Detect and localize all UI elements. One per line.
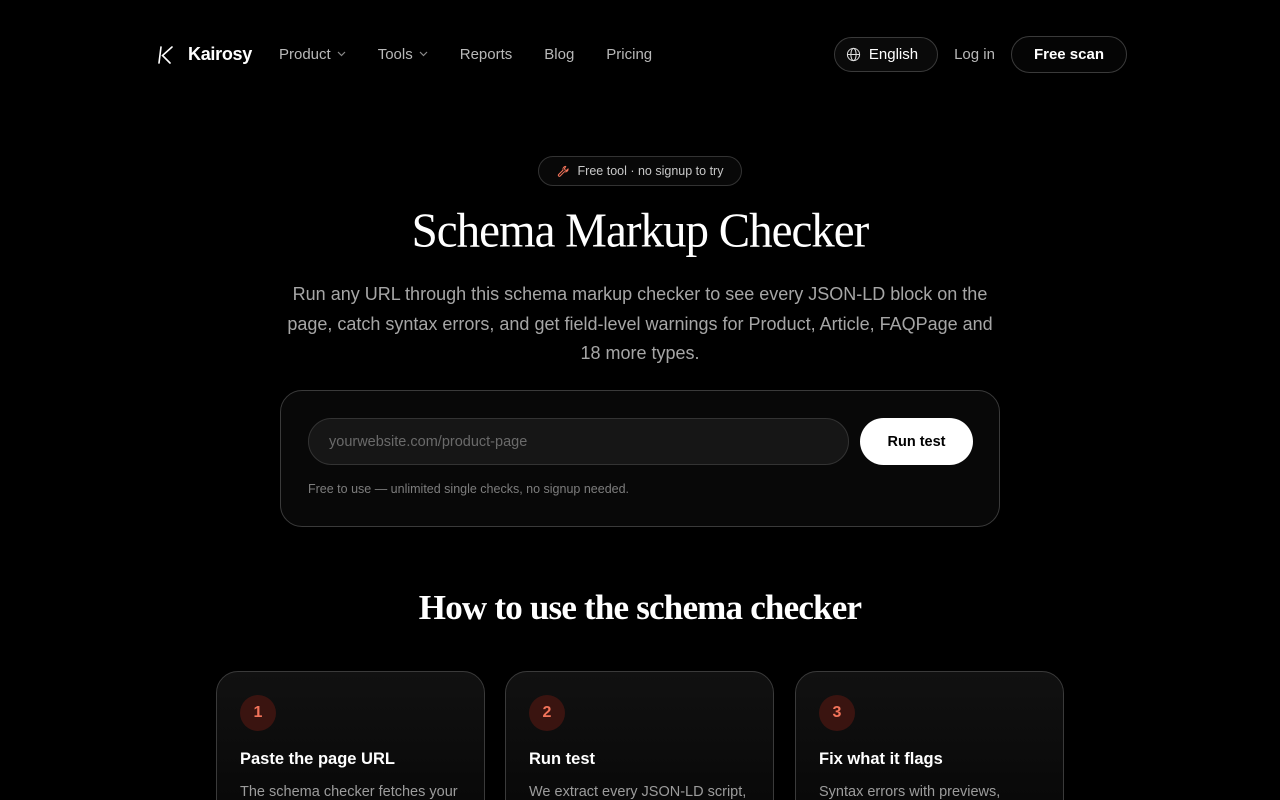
nav-item-reports[interactable]: Reports	[460, 44, 513, 64]
chevron-down-icon	[419, 51, 428, 57]
free-tool-badge: Free tool · no signup to try	[538, 156, 742, 186]
step-card-2: 2 Run test We extract every JSON-LD scri…	[505, 671, 774, 800]
nav-item-label: Blog	[544, 45, 575, 63]
language-label: English	[868, 46, 919, 63]
nav-item-product[interactable]: Product	[279, 44, 346, 64]
step-number: 2	[529, 695, 565, 731]
chevron-down-icon	[337, 51, 346, 57]
main-nav: Product Tools Reports Blog Pricing	[279, 44, 652, 64]
step-description: Syntax errors with previews,	[819, 784, 1001, 800]
step-card-3: 3 Fix what it flags Syntax errors with p…	[795, 671, 1064, 800]
nav-item-blog[interactable]: Blog	[544, 44, 574, 64]
nav-item-label: Product	[279, 45, 331, 63]
nav-item-pricing[interactable]: Pricing	[606, 44, 652, 64]
nav-item-label: Tools	[377, 45, 413, 63]
step-number: 3	[819, 695, 855, 731]
run-test-button[interactable]: Run test	[860, 418, 973, 465]
k-logo-icon	[158, 45, 173, 64]
nav-item-label: Reports	[459, 45, 513, 63]
nav-actions: English Log in Free scan	[833, 36, 1127, 73]
nav-item-tools[interactable]: Tools	[378, 44, 428, 64]
step-card-1: 1 Paste the page URL The schema checker …	[216, 671, 485, 800]
step-description: The schema checker fetches your	[240, 784, 458, 800]
step-description: We extract every JSON-LD script,	[529, 784, 747, 800]
language-selector[interactable]: English	[833, 37, 939, 72]
step-number: 1	[240, 695, 276, 731]
page-title: Schema Markup Checker	[411, 203, 870, 259]
brand-logo[interactable]: Kairosy	[158, 44, 252, 65]
brand-name: Kairosy	[188, 44, 252, 64]
nav-item-label: Pricing	[606, 45, 653, 63]
how-to-title: How to use the schema checker	[418, 588, 862, 627]
checker-card: Run test Free to use — unlimited single …	[280, 390, 1000, 527]
globe-icon	[846, 47, 860, 62]
wrench-icon	[557, 165, 569, 177]
free-scan-button[interactable]: Free scan	[1010, 36, 1127, 73]
badge-label: Free tool · no signup to try	[577, 164, 724, 178]
login-link[interactable]: Log in	[954, 46, 995, 63]
step-title: Fix what it flags	[819, 750, 943, 768]
top-nav: Kairosy Product Tools Reports Blog Prici…	[0, 0, 1280, 108]
usage-note: Free to use — unlimited single checks, n…	[308, 482, 630, 496]
page-subtitle: Run any URL through this schema markup c…	[287, 284, 993, 363]
step-title: Paste the page URL	[240, 750, 395, 768]
step-title: Run test	[529, 750, 595, 768]
url-input[interactable]	[308, 418, 849, 465]
